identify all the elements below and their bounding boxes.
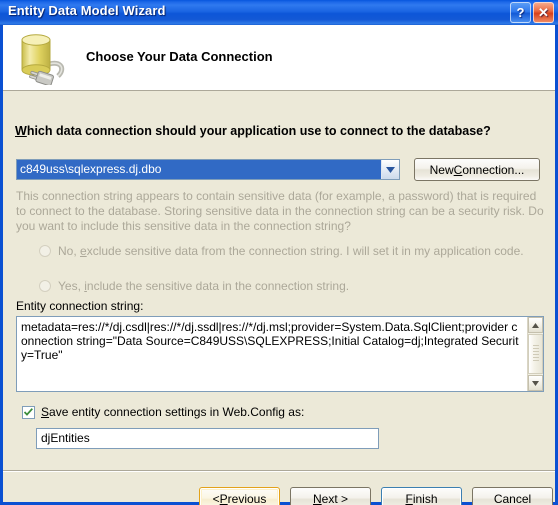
previous-button[interactable]: < Previous xyxy=(199,487,280,505)
help-button[interactable]: ? xyxy=(510,2,531,23)
footer-separator xyxy=(3,470,555,472)
radio-include-sensitive-data[interactable]: Yes, include the sensitive data in the c… xyxy=(39,279,539,294)
question-text: hich data connection should your applica… xyxy=(26,124,491,138)
new-connection-prefix: New xyxy=(429,162,454,177)
dialog-client-area: Choose Your Data Connection Which data c… xyxy=(3,25,555,505)
chevron-down-icon[interactable] xyxy=(381,160,399,179)
cancel-button[interactable]: Cancel xyxy=(472,487,553,505)
next-button[interactable]: Next > xyxy=(290,487,371,505)
new-connection-button[interactable]: New Connection... xyxy=(414,158,540,181)
finish-accesskey: F xyxy=(405,492,413,505)
radio-exclude-suffix: xclude sensitive data from the connectio… xyxy=(86,244,524,258)
wizard-banner: Choose Your Data Connection xyxy=(3,25,555,91)
radio-icon xyxy=(39,280,51,292)
previous-accesskey: P xyxy=(219,492,228,505)
database-plug-icon xyxy=(14,31,72,87)
entity-connection-string-textarea[interactable]: metadata=res://*/dj.csdl|res://*/dj.ssdl… xyxy=(16,316,544,392)
close-icon[interactable]: ✕ xyxy=(533,2,554,23)
title-bar[interactable]: Entity Data Model Wizard ? ✕ xyxy=(0,0,558,26)
save-settings-suffix: ave entity connection settings in Web.Co… xyxy=(49,405,305,419)
title-bar-buttons: ? ✕ xyxy=(510,2,554,23)
new-connection-accesskey: C xyxy=(453,162,463,177)
entity-connection-string-label: Entity connection string: xyxy=(16,299,144,313)
page-title: Choose Your Data Connection xyxy=(86,49,273,64)
previous-suffix: revious xyxy=(227,492,267,505)
data-connection-combobox[interactable]: c849uss\sqlexpress.dj.dbo xyxy=(16,159,400,180)
entity-data-model-wizard-window: Entity Data Model Wizard ? ✕ Choose Your… xyxy=(0,0,558,505)
radio-exclude-label: No, exclude sensitive data from the conn… xyxy=(58,244,524,259)
window-title: Entity Data Model Wizard xyxy=(8,3,166,18)
finish-suffix: inish xyxy=(412,492,438,505)
data-connection-question: Which data connection should your applic… xyxy=(15,124,491,138)
sensitive-data-paragraph: This connection string appears to contai… xyxy=(16,189,544,233)
save-settings-checkbox-row[interactable]: Save entity connection settings in Web.C… xyxy=(22,405,304,419)
radio-exclude-sensitive-data[interactable]: No, exclude sensitive data from the conn… xyxy=(39,244,539,259)
new-connection-suffix: onnection... xyxy=(462,162,525,177)
radio-exclude-prefix: No, xyxy=(58,244,81,258)
previous-prefix: < xyxy=(212,492,220,505)
radio-include-label: Yes, include the sensitive data in the c… xyxy=(58,279,349,294)
question-accesskey: W xyxy=(15,124,27,138)
scrollbar-thumb[interactable] xyxy=(528,334,543,374)
finish-button[interactable]: Finish xyxy=(381,487,462,505)
next-suffix: ext > xyxy=(321,492,349,505)
radio-include-prefix: Yes, xyxy=(58,279,85,293)
scroll-down-icon[interactable] xyxy=(528,375,543,391)
next-accesskey: N xyxy=(312,492,322,505)
scrollbar-grip-icon xyxy=(532,345,539,363)
data-connection-selected-value: c849uss\sqlexpress.dj.dbo xyxy=(17,160,381,179)
radio-icon xyxy=(39,245,51,257)
scroll-up-icon[interactable] xyxy=(528,317,543,333)
radio-include-suffix: nclude the sensitive data in the connect… xyxy=(86,279,350,293)
radio-exclude-accesskey: e xyxy=(80,244,87,258)
entity-connection-string-value: metadata=res://*/dj.csdl|res://*/dj.ssdl… xyxy=(21,320,519,362)
save-settings-label: Save entity connection settings in Web.C… xyxy=(41,405,304,419)
save-settings-accesskey: S xyxy=(41,405,50,419)
textarea-scrollbar[interactable] xyxy=(527,317,543,391)
checkbox-icon[interactable] xyxy=(22,405,35,419)
entities-name-input[interactable]: djEntities xyxy=(36,428,379,449)
